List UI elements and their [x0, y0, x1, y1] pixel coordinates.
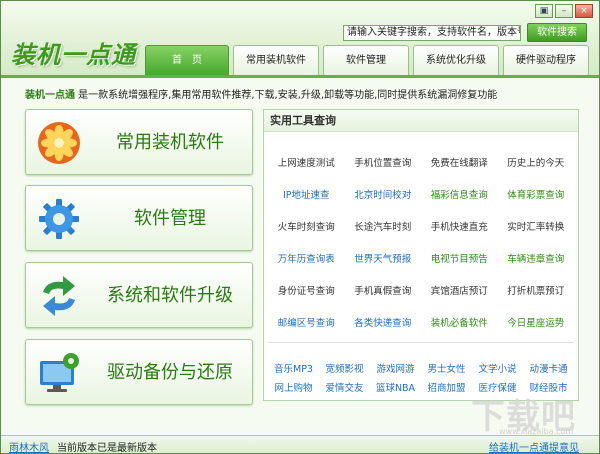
tool-link[interactable]: 北京时间校对 — [345, 187, 422, 201]
tool-link[interactable]: 宾馆酒店预订 — [421, 283, 498, 297]
description-app-name: 装机一点通 — [25, 90, 75, 101]
tab-system-optimize[interactable]: 系统优化升级 — [413, 45, 499, 75]
tool-link[interactable]: 体育彩票查询 — [498, 187, 575, 201]
links-row: 音乐MP3 宽频影视 游戏网游 男士女性 文学小说 动漫卡通 — [268, 358, 574, 377]
tool-link[interactable]: 装机必备软件 — [421, 315, 498, 329]
software-manage-button[interactable]: 软件管理 — [25, 185, 253, 251]
category-link[interactable]: 动漫卡通 — [523, 361, 574, 375]
tools-row: 上网速度测试 手机位置查询 免费在线翻译 历史上的今天 — [268, 146, 574, 178]
title-bar: 装机一点通 ▣ – × 请输入关键字搜索，支持软件名，版本号 软件搜索 首 页 … — [1, 1, 599, 77]
tool-link[interactable]: 邮编区号查询 — [268, 315, 345, 329]
monitor-gear-icon — [36, 350, 82, 396]
driver-backup-label: 驱动备份与还原 — [107, 362, 233, 383]
tool-link[interactable]: 打折机票预订 — [498, 283, 575, 297]
tool-link[interactable]: 免费在线翻译 — [421, 155, 498, 169]
tool-link[interactable]: IP地址速查 — [268, 187, 345, 201]
category-link[interactable]: 爱情交友 — [319, 380, 370, 394]
skin-settings-icon[interactable]: ▣ — [535, 4, 553, 18]
author-link[interactable]: 雨林木风 — [9, 439, 49, 454]
tools-row: 身份证号查询 手机真假查询 宾馆酒店预订 打折机票预订 — [268, 274, 574, 306]
tool-link[interactable]: 历史上的今天 — [498, 155, 575, 169]
search-button[interactable]: 软件搜索 — [527, 23, 587, 42]
tools-row: IP地址速查 北京时间校对 福彩信息查询 体育彩票查询 — [268, 178, 574, 210]
tool-link[interactable]: 万年历查询表 — [268, 251, 345, 265]
tools-row: 万年历查询表 世界天气预报 电视节目预告 车辆违章查询 — [268, 242, 574, 274]
tool-link[interactable]: 火车时刻查询 — [268, 219, 345, 233]
category-link[interactable]: 招商加盟 — [421, 380, 472, 394]
category-link[interactable]: 篮球NBA — [370, 380, 421, 394]
tab-software-manage[interactable]: 软件管理 — [323, 45, 409, 75]
tool-link[interactable]: 各类快递查询 — [345, 315, 422, 329]
tools-row: 邮编区号查询 各类快递查询 装机必备软件 今日星座运势 — [268, 306, 574, 338]
category-link[interactable]: 文学小说 — [472, 361, 523, 375]
category-link[interactable]: 宽频影视 — [319, 361, 370, 375]
app-logo: 装机一点通 — [11, 40, 136, 69]
tool-link[interactable]: 长途汽车时刻 — [345, 219, 422, 233]
common-software-button[interactable]: 常用装机软件 — [25, 109, 253, 175]
tool-link[interactable]: 手机位置查询 — [345, 155, 422, 169]
software-manage-label: 软件管理 — [134, 208, 206, 229]
tool-link[interactable]: 电视节目预告 — [421, 251, 498, 265]
window-controls: ▣ – × — [535, 4, 593, 18]
upgrade-label: 系统和软件升级 — [107, 285, 233, 306]
tools-panel-title: 实用工具查询 — [264, 110, 578, 132]
tools-panel: 实用工具查询 上网速度测试 手机位置查询 免费在线翻译 历史上的今天 IP地址速查 北京时… — [263, 109, 579, 401]
gear-icon — [36, 196, 82, 242]
upgrade-button[interactable]: 系统和软件升级 — [25, 262, 253, 328]
description-text: 是一款系统增强程序,集用常用软件推荐,下载,安装,升级,卸载等功能,同时提供系统… — [75, 90, 498, 101]
version-status: 当前版本已是最新版本 — [57, 443, 157, 454]
tool-link[interactable]: 车辆违章查询 — [498, 251, 575, 265]
tab-common-software[interactable]: 常用装机软件 — [233, 45, 319, 75]
tool-link[interactable]: 上网速度测试 — [268, 155, 345, 169]
tab-underline — [1, 75, 599, 78]
feedback-link[interactable]: 给装机一点通提意见 — [489, 439, 579, 454]
tool-link[interactable]: 福彩信息查询 — [421, 187, 498, 201]
minimize-icon[interactable]: – — [555, 4, 573, 18]
app-description: 装机一点通 是一款系统增强程序,集用常用软件推荐,下载,安装,升级,卸载等功能,… — [25, 86, 497, 101]
main-tabs: 首 页 常用装机软件 软件管理 系统优化升级 硬件驱动程序 — [145, 45, 589, 75]
app-window: 装机一点通 ▣ – × 请输入关键字搜索，支持软件名，版本号 软件搜索 首 页 … — [0, 0, 600, 454]
category-link[interactable]: 网上购物 — [268, 380, 319, 394]
tools-grid: 上网速度测试 手机位置查询 免费在线翻译 历史上的今天 IP地址速查 北京时间校对 福彩信息… — [268, 146, 574, 338]
driver-backup-button[interactable]: 驱动备份与还原 — [25, 339, 253, 405]
tool-link[interactable]: 今日星座运势 — [498, 315, 575, 329]
divider — [268, 342, 574, 343]
tools-row: 火车时刻查询 长途汽车时刻 手机快速直充 实时汇率转换 — [268, 210, 574, 242]
category-link[interactable]: 男士女性 — [421, 361, 472, 375]
tool-link[interactable]: 实时汇率转换 — [498, 219, 575, 233]
refresh-arrows-icon — [36, 273, 82, 319]
tab-home[interactable]: 首 页 — [145, 45, 229, 75]
category-link[interactable]: 游戏网游 — [370, 361, 421, 375]
tool-link[interactable]: 手机真假查询 — [345, 283, 422, 297]
common-software-label: 常用装机软件 — [116, 132, 224, 153]
tab-hardware-drivers[interactable]: 硬件驱动程序 — [503, 45, 589, 75]
tool-link[interactable]: 身份证号查询 — [268, 283, 345, 297]
watermark-url: www.xiazaiba.com — [499, 427, 574, 436]
category-link[interactable]: 音乐MP3 — [268, 361, 319, 375]
search-input[interactable]: 请输入关键字搜索，支持软件名，版本号 — [343, 25, 521, 41]
tool-link[interactable]: 手机快速直充 — [421, 219, 498, 233]
close-icon[interactable]: × — [575, 4, 593, 18]
flower-icon — [36, 120, 82, 166]
tool-link[interactable]: 世界天气预报 — [345, 251, 422, 265]
